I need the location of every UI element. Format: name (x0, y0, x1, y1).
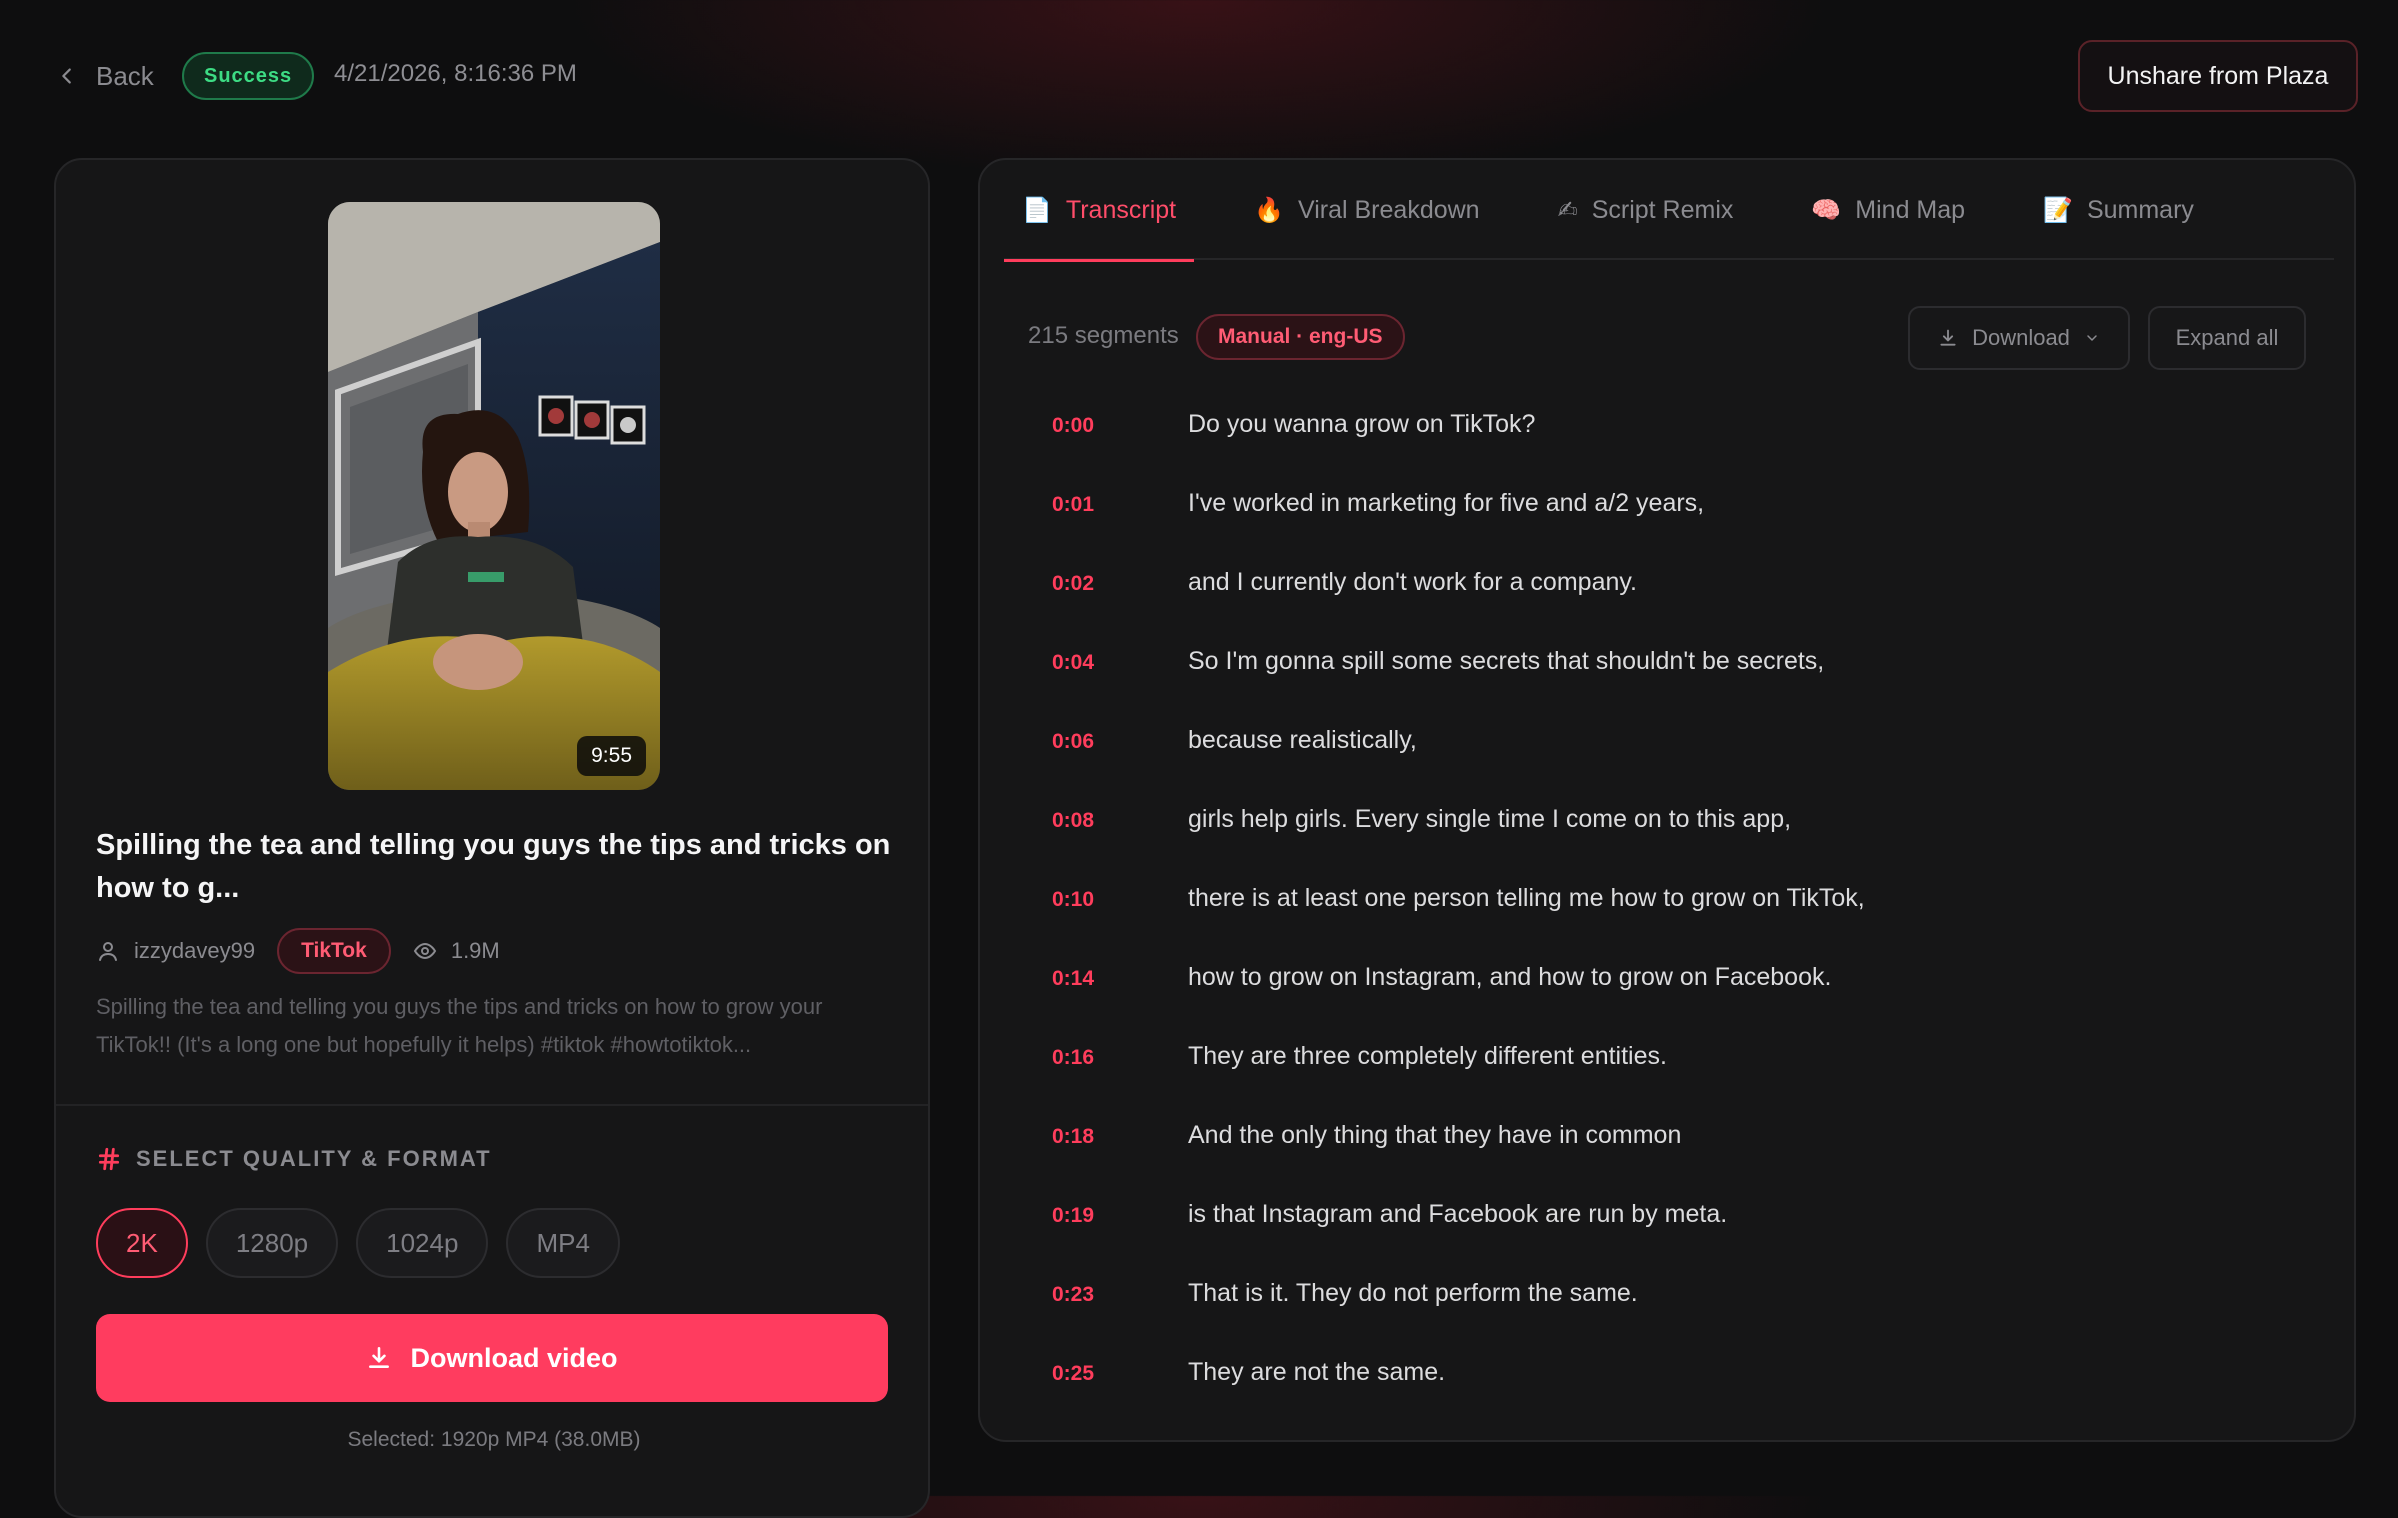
tab-mind-map[interactable]: 🧠 Mind Map (1793, 160, 1983, 260)
segment-text: is that Instagram and Facebook are run b… (1188, 1200, 1728, 1228)
segment-time[interactable]: 0:19 (1052, 1200, 1188, 1228)
hash-icon (98, 1147, 120, 1171)
expand-all-button[interactable]: Expand all (2148, 306, 2306, 370)
segment-text: And the only thing that they have in com… (1188, 1121, 1682, 1149)
back-button[interactable]: Back (56, 56, 154, 96)
tab-label: Transcript (1065, 195, 1177, 224)
tab-summary[interactable]: 📝 Summary (2025, 160, 2212, 260)
transcript-row[interactable]: 0:18 And the only thing that they have in… (1052, 1121, 2312, 1200)
divider (56, 1104, 928, 1106)
selected-format-info: Selected: 1920p MP4 (38.0MB) (347, 1428, 641, 1451)
tab-label: Viral Breakdown (1298, 195, 1480, 224)
video-frame-image (328, 202, 660, 790)
quality-option-2k[interactable]: 2K (96, 1208, 188, 1278)
segment-time[interactable]: 0:16 (1052, 1042, 1188, 1070)
video-thumbnail[interactable]: 9:55 (328, 202, 660, 790)
view-count: 1.9M (450, 938, 500, 963)
transcript-row[interactable]: 0:00 Do you wanna grow on TikTok? (1052, 410, 2312, 489)
segment-time[interactable]: 0:23 (1052, 1279, 1188, 1307)
segment-time[interactable]: 0:02 (1052, 568, 1188, 596)
video-meta: izzydavey99 TikTok 1.9M (96, 928, 500, 974)
back-label: Back (96, 60, 154, 91)
user-icon (99, 942, 117, 961)
segment-time[interactable]: 0:06 (1052, 726, 1188, 754)
transcript-toolbar: 215 segments Manual · eng-US Download Ex… (1028, 306, 2306, 370)
unshare-button[interactable]: Unshare from Plaza (2078, 40, 2358, 112)
segment-time[interactable]: 0:01 (1052, 489, 1188, 517)
segment-time[interactable]: 0:10 (1052, 884, 1188, 912)
segment-text: That is it. They do not perform the same… (1188, 1279, 1638, 1307)
author-name[interactable]: izzydavey99 (134, 938, 255, 964)
segment-text: how to grow on Instagram, and how to gro… (1188, 963, 1832, 991)
download-video-label: Download video (410, 1342, 618, 1373)
transcript-row[interactable]: 0:08 girls help girls. Every single time … (1052, 805, 2312, 884)
fire-icon: 🔥 (1254, 196, 1284, 224)
platform-badge: TikTok (277, 928, 391, 974)
brain-icon: 🧠 (1811, 196, 1842, 224)
segment-time[interactable]: 0:18 (1052, 1121, 1188, 1149)
transcript-download-label: Download (1972, 325, 2070, 350)
segment-text: They are three completely different enti… (1188, 1042, 1667, 1070)
transcript-row[interactable]: 0:16 They are three completely different … (1052, 1042, 2312, 1121)
quality-options: 2K 1280p 1024p MP4 (96, 1208, 620, 1278)
transcript-row[interactable]: 0:14 how to grow on Instagram, and how to… (1052, 963, 2312, 1042)
timestamp: 4/21/2026, 8:16:36 PM (334, 60, 577, 87)
writing-hand-icon: ✍ (1557, 196, 1578, 224)
tab-transcript[interactable]: 📄 Transcript (1004, 160, 1195, 262)
segment-time[interactable]: 0:04 (1052, 647, 1188, 675)
tab-script-remix[interactable]: ✍ Script Remix (1540, 160, 1752, 260)
segment-text: girls help girls. Every single time I co… (1188, 805, 1792, 833)
transcript-download-button[interactable]: Download (1908, 306, 2130, 370)
tab-viral-breakdown[interactable]: 🔥 Viral Breakdown (1236, 160, 1497, 260)
download-icon (369, 1346, 390, 1368)
segment-text: and I currently don't work for a company… (1188, 568, 1637, 596)
eye-icon (413, 942, 436, 960)
language-badge: Manual · eng-US (1196, 314, 1405, 360)
video-description: Spilling the tea and telling you guys th… (96, 994, 823, 1057)
segment-time[interactable]: 0:00 (1052, 410, 1188, 438)
segment-text: Do you wanna grow on TikTok? (1188, 410, 1536, 438)
tab-label: Summary (2086, 195, 2194, 224)
memo-icon: 📝 (2043, 196, 2073, 224)
tab-label: Script Remix (1591, 195, 1734, 224)
chevron-down-icon (2087, 335, 2097, 341)
transcript-row[interactable]: 0:04 So I'm gonna spill some secrets that… (1052, 647, 2312, 726)
segment-count: 215 segments (1028, 322, 1179, 349)
video-panel: 9:55 Spilling the tea and telling you gu… (54, 158, 930, 1518)
quality-option-1024p[interactable]: 1024p (356, 1208, 489, 1278)
quality-heading-label: SELECT QUALITY & FORMAT (136, 1146, 492, 1171)
download-icon (1940, 329, 1956, 346)
tab-label: Mind Map (1855, 195, 1966, 224)
transcript-row[interactable]: 0:19 is that Instagram and Facebook are r… (1052, 1200, 2312, 1279)
segment-text: because realistically, (1188, 726, 1417, 754)
top-bar: Back Success 4/21/2026, 8:16:36 PM Unsha… (0, 0, 2398, 150)
status-badge: Success (182, 52, 315, 100)
transcript-row[interactable]: 0:23 That is it. They do not perform the … (1052, 1279, 2312, 1358)
chevron-left-icon (62, 68, 71, 84)
segment-text: there is at least one person telling me … (1188, 884, 1865, 912)
tab-bar: 📄 Transcript 🔥 Viral Breakdown ✍ Script … (1004, 160, 2334, 262)
transcript-row[interactable]: 0:25 They are not the same. (1052, 1358, 2312, 1437)
video-title: Spilling the tea and telling you guys th… (96, 829, 891, 904)
analysis-panel: 📄 Transcript 🔥 Viral Breakdown ✍ Script … (978, 158, 2356, 1442)
segment-time[interactable]: 0:08 (1052, 805, 1188, 833)
segment-time[interactable]: 0:25 (1052, 1358, 1188, 1386)
quality-option-1280p[interactable]: 1280p (205, 1208, 339, 1278)
transcript-list: 0:00 Do you wanna grow on TikTok? 0:01 I'v… (1052, 410, 2312, 1437)
transcript-row[interactable]: 0:01 I've worked in marketing for five an… (1052, 489, 2312, 568)
quality-option-mp4[interactable]: MP4 (506, 1208, 620, 1278)
duration-badge: 9:55 (577, 736, 646, 776)
segment-time[interactable]: 0:14 (1052, 963, 1188, 991)
segment-text: They are not the same. (1188, 1358, 1446, 1386)
transcript-row[interactable]: 0:06 because realistically, (1052, 726, 2312, 805)
transcript-row[interactable]: 0:10 there is at least one person telling… (1052, 884, 2312, 963)
segment-text: So I'm gonna spill some secrets that sho… (1188, 647, 1825, 675)
quality-heading: SELECT QUALITY & FORMAT (96, 1146, 492, 1172)
document-icon: 📄 (1022, 196, 1052, 224)
segment-text: I've worked in marketing for five and a/… (1188, 489, 1705, 517)
transcript-row[interactable]: 0:02 and I currently don't work for a com… (1052, 568, 2312, 647)
download-video-button[interactable]: Download video (96, 1314, 888, 1402)
